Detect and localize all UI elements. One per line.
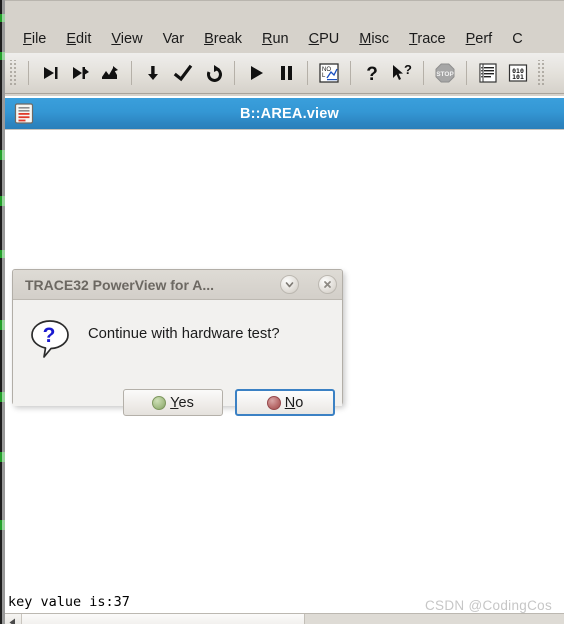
step-over-icon[interactable] xyxy=(65,58,95,88)
scrollbar-thumb[interactable] xyxy=(22,614,305,624)
toolbar-separator xyxy=(466,61,467,85)
menu-item-cpu[interactable]: CPU xyxy=(299,29,350,49)
step-down-icon[interactable] xyxy=(138,58,168,88)
yes-status-dot xyxy=(152,395,167,410)
menu-item-misc[interactable]: Misc xyxy=(349,29,399,49)
toolbar: NO L ? ? STOP 010 101 xyxy=(5,53,564,94)
svg-text:101: 101 xyxy=(512,73,524,81)
close-icon[interactable] xyxy=(318,275,337,294)
window-top-strip xyxy=(5,0,564,25)
dialog-message: Continue with hardware test? xyxy=(88,326,280,342)
step-out-icon[interactable] xyxy=(95,58,125,88)
window-left-edge-inner xyxy=(2,0,5,624)
scrollbar-track[interactable] xyxy=(305,614,564,624)
menu-item-break[interactable]: Break xyxy=(194,29,252,49)
binary-data-icon[interactable]: 010 101 xyxy=(503,58,533,88)
help-icon[interactable]: ? xyxy=(357,58,387,88)
child-window-status-line: key value is:37 xyxy=(5,591,564,613)
svg-text:?: ? xyxy=(366,64,378,83)
child-window-titlebar[interactable]: B::AREA.view xyxy=(5,98,564,129)
run-icon[interactable] xyxy=(241,58,271,88)
step-return-icon[interactable] xyxy=(168,58,198,88)
toolbar-separator xyxy=(28,61,29,85)
window-left-edge-strip xyxy=(0,0,5,624)
menu-item-c-truncated[interactable]: C xyxy=(502,29,532,49)
confirm-dialog: TRACE32 PowerView for A... ? Continue wi… xyxy=(12,269,343,416)
svg-text:?: ? xyxy=(43,324,56,347)
menu-bar: File Edit View Var Break Run CPU Misc Tr… xyxy=(5,25,564,53)
toolbar-separator xyxy=(131,61,132,85)
yes-button-label: Yes xyxy=(170,394,194,411)
yes-button[interactable]: Yes xyxy=(123,389,223,416)
trace-chart-icon[interactable]: NO L xyxy=(314,58,344,88)
dialog-title: TRACE32 PowerView for A... xyxy=(25,276,215,293)
chevron-down-icon[interactable] xyxy=(280,275,299,294)
menu-item-var[interactable]: Var xyxy=(153,29,195,49)
menu-item-edit[interactable]: Edit xyxy=(56,29,101,49)
triangle-left-icon[interactable] xyxy=(5,614,22,624)
step-back-icon[interactable] xyxy=(198,58,228,88)
toolbar-drag-grip[interactable] xyxy=(536,60,546,86)
stop-icon[interactable]: STOP xyxy=(430,58,460,88)
horizontal-scrollbar[interactable] xyxy=(5,613,564,624)
toolbar-separator xyxy=(307,61,308,85)
toolbar-drag-grip[interactable] xyxy=(8,60,18,86)
menu-item-view[interactable]: View xyxy=(101,29,152,49)
application-window: File Edit View Var Break Run CPU Misc Tr… xyxy=(0,0,564,624)
toolbar-separator xyxy=(234,61,235,85)
dialog-body: ? Continue with hardware test? Yes No xyxy=(13,300,342,416)
menu-item-file[interactable]: File xyxy=(13,29,56,49)
menu-item-trace[interactable]: Trace xyxy=(399,29,456,49)
question-bubble-icon: ? xyxy=(29,318,71,360)
menu-item-run[interactable]: Run xyxy=(252,29,299,49)
no-button-label: No xyxy=(284,394,304,411)
toolbar-separator xyxy=(350,61,351,85)
step-into-icon[interactable] xyxy=(35,58,65,88)
context-help-icon[interactable]: ? xyxy=(387,58,417,88)
toolbar-separator xyxy=(423,61,424,85)
no-status-dot xyxy=(266,395,281,410)
break-icon[interactable] xyxy=(271,58,301,88)
svg-text:STOP: STOP xyxy=(436,71,454,78)
child-window-title: B::AREA.view xyxy=(239,105,340,122)
dialog-titlebar[interactable]: TRACE32 PowerView for A... xyxy=(13,270,342,300)
menu-item-perf[interactable]: Perf xyxy=(456,29,503,49)
no-button[interactable]: No xyxy=(235,389,335,416)
list-icon[interactable] xyxy=(473,58,503,88)
svg-text:?: ? xyxy=(404,63,412,77)
